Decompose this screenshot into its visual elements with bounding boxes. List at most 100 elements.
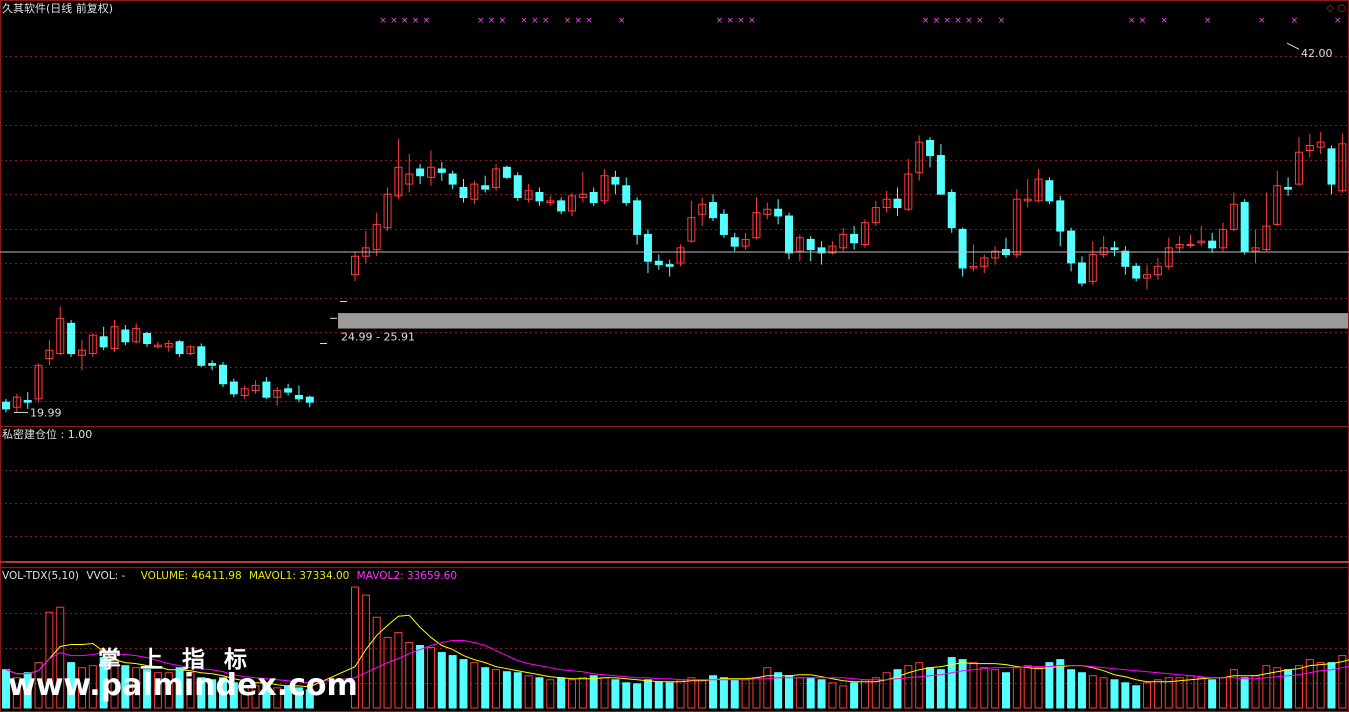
candle-body xyxy=(437,168,446,173)
candle-body xyxy=(175,341,184,355)
high-price-label: 42.00 xyxy=(1301,47,1333,60)
volume-bar xyxy=(470,662,479,709)
candle-body xyxy=(448,173,457,185)
volume-indicator-name: VOL-TDX(5,10) xyxy=(2,570,80,582)
signal-marker: × xyxy=(716,16,724,26)
signal-marker: × xyxy=(976,16,984,26)
candle-body xyxy=(284,388,293,393)
volume-bar xyxy=(817,679,826,709)
candle-body xyxy=(665,264,674,267)
volume-header: VOL-TDX(5,10) VVOL: - VOLUME: 46411.98 M… xyxy=(2,570,461,582)
candle-body xyxy=(785,215,793,254)
volume-bar xyxy=(676,679,685,709)
signal-marker: × xyxy=(423,16,431,26)
volume-bar xyxy=(1338,655,1347,709)
candle-body xyxy=(262,381,271,398)
signal-marker: × xyxy=(1139,16,1147,26)
candle-body xyxy=(926,139,935,157)
volume-bar xyxy=(958,659,967,709)
volume-bar xyxy=(665,682,674,709)
candle-body xyxy=(1067,230,1076,264)
candle-body xyxy=(1056,200,1065,232)
candlestick-series xyxy=(2,132,1347,413)
volume-bar xyxy=(850,682,859,709)
zone-range-label: 24.99 - 25.91 xyxy=(341,331,415,344)
candle-body xyxy=(654,260,663,266)
signal-marker: × xyxy=(520,16,528,26)
price-gridlines xyxy=(0,56,1349,684)
signal-marker: × xyxy=(575,16,583,26)
candle-body xyxy=(294,394,303,400)
candle-body xyxy=(459,186,468,199)
volume-bar xyxy=(980,667,989,709)
signal-marker: × xyxy=(1258,16,1266,26)
candle-body xyxy=(643,233,652,262)
volume-bar xyxy=(687,677,696,709)
window-title: 久其软件(日线 前复权) xyxy=(2,2,114,15)
volume-bar xyxy=(611,679,620,709)
volume-bar xyxy=(524,675,533,709)
signal-marker: × xyxy=(965,16,973,26)
window-controls-icon[interactable]: ◇ ○ xyxy=(1326,3,1346,14)
candle-body xyxy=(806,238,815,251)
mavol2-value: MAVOL2: 33659.60 xyxy=(356,570,458,582)
signal-markers: ×××××××××××××××××××××××××××××××××× xyxy=(379,16,1341,26)
volume-bar xyxy=(416,645,425,709)
volume-bar xyxy=(795,677,804,709)
volume-bar xyxy=(546,679,555,709)
candle-body xyxy=(219,364,227,385)
volume-bar xyxy=(535,677,544,709)
volume-bar xyxy=(1110,679,1119,709)
volume-bar xyxy=(1034,667,1043,709)
volume-bar xyxy=(882,672,891,709)
candle-body xyxy=(1284,186,1293,190)
signal-marker: × xyxy=(477,16,485,26)
volume-bar xyxy=(557,677,566,709)
indicator-title: 私密建仓位 : 1.00 xyxy=(2,428,93,441)
volume-bar xyxy=(1186,675,1195,709)
candle-body xyxy=(1208,240,1217,249)
indicator-line xyxy=(6,561,1349,563)
candle-body xyxy=(121,329,130,343)
signal-marker: × xyxy=(1204,16,1212,26)
signal-marker: × xyxy=(998,16,1006,26)
signal-marker: × xyxy=(488,16,496,26)
volume-bar xyxy=(741,679,750,709)
volume-bar xyxy=(1002,672,1010,709)
candle-body xyxy=(730,237,739,247)
volume-bar xyxy=(730,679,739,709)
volume-bar xyxy=(568,679,576,709)
volume-bar xyxy=(709,675,718,709)
volume-bar xyxy=(513,672,522,709)
volume-value: VOLUME: 46411.98 xyxy=(140,570,242,582)
volume-bar xyxy=(1208,679,1217,709)
volume-bar xyxy=(600,677,609,709)
volume-bar xyxy=(1316,662,1325,709)
candle-body xyxy=(1045,180,1054,202)
candle-body xyxy=(893,198,902,209)
candle-body xyxy=(197,346,206,366)
vvol-label: VVOL: - xyxy=(86,570,126,582)
candle-body xyxy=(850,233,859,244)
chart-canvas: ×××××××××××××××××××××××××××××××××× 42.00… xyxy=(0,0,1349,712)
candle-body xyxy=(1327,148,1336,185)
signal-marker: × xyxy=(954,16,962,26)
volume-bar xyxy=(1077,672,1086,709)
volume-bar xyxy=(991,669,1000,709)
candle-body xyxy=(611,176,620,185)
volume-bar xyxy=(1219,677,1227,709)
support-zone-band xyxy=(338,313,1348,329)
volume-bar xyxy=(871,677,880,709)
candle-body xyxy=(1240,202,1249,252)
volume-bar xyxy=(589,675,598,709)
candle-body xyxy=(589,191,598,204)
volume-bar xyxy=(1045,662,1054,709)
candle-body xyxy=(208,363,217,366)
signal-marker: × xyxy=(401,16,409,26)
volume-bar xyxy=(622,682,631,709)
candle-body xyxy=(622,185,631,204)
candle-body xyxy=(1132,265,1141,279)
volume-bar xyxy=(654,681,663,709)
volume-bar xyxy=(1067,669,1076,709)
volume-bar xyxy=(437,652,446,709)
